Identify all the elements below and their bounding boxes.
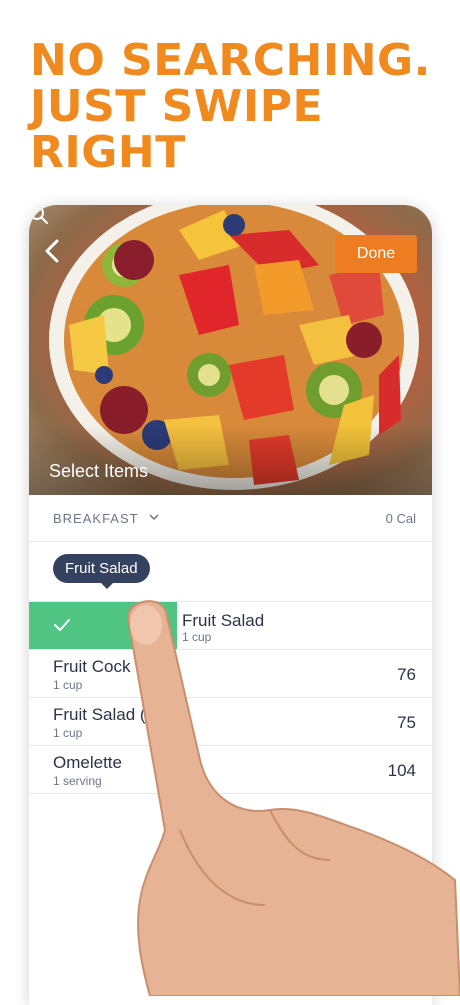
food-calories: 75 [397,713,416,732]
phone-screen: Done Select Items BREAKFAST 0 Cal Fruit … [29,205,432,1005]
selected-item-tooltip: Fruit Salad [53,554,150,583]
select-items-label: Select Items [49,461,149,481]
food-name: Fruit Salad (a [53,705,156,724]
food-list: Fruit Salad 1 cup Fruit Cock 1 cup 76 Fr… [29,601,432,794]
chevron-down-icon [149,514,159,521]
headline-line-2: JUST SWIPE [30,81,324,132]
food-name: Omelette [53,753,122,772]
meal-selector[interactable]: BREAKFAST 0 Cal [29,495,432,542]
food-name: Fruit Cock [53,657,131,676]
food-row[interactable]: Fruit Salad (a 1 cup 75 [29,697,432,745]
food-name: Fruit Salad [182,611,265,630]
headline-line-1: NO SEARCHING. [30,35,431,86]
swipe-added-indicator [29,602,177,649]
food-photo: Done Select Items [29,205,432,495]
food-row[interactable]: Fruit Cock 1 cup 76 [29,649,432,697]
tooltip-tail [101,583,113,589]
swiped-food-row[interactable]: Fruit Salad 1 cup [29,601,432,649]
search-icon[interactable] [29,205,49,225]
done-button[interactable]: Done [335,235,417,273]
food-serving: 1 cup [53,678,83,692]
food-calories: 104 [387,761,416,780]
food-serving: 1 cup [53,726,83,740]
meal-name: BREAKFAST [53,511,139,526]
food-calories: 76 [397,665,416,684]
photo-shade [29,425,432,495]
food-row[interactable]: Omelette 1 serving 104 [29,745,432,794]
chevron-left-icon [45,239,59,263]
meal-calories: 0 Cal [385,511,416,526]
headline-line-3: RIGHT [30,127,186,178]
headline: NO SEARCHING. JUST SWIPE RIGHT [30,38,431,176]
food-serving: 1 serving [53,774,102,788]
check-icon [54,619,70,631]
food-serving: 1 cup [182,630,212,644]
back-button[interactable] [39,235,67,267]
